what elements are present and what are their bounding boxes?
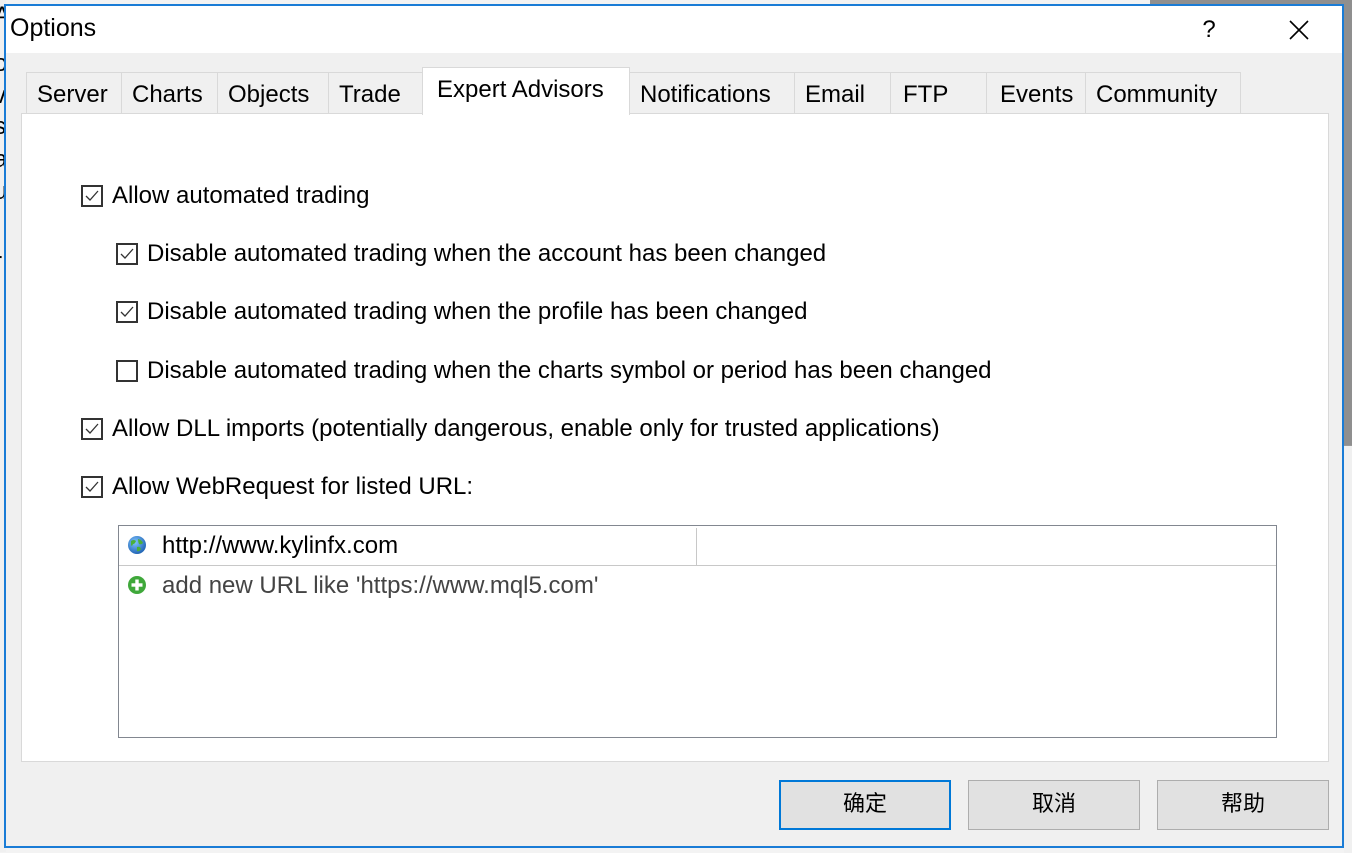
tab-notifications[interactable]: Notifications — [629, 72, 795, 114]
globe-icon — [128, 536, 146, 554]
tab-charts[interactable]: Charts — [121, 72, 218, 114]
tab-expert-advisors[interactable]: Expert Advisors — [422, 67, 630, 115]
allow-automated-trading-checkbox[interactable]: Allow automated trading — [81, 181, 369, 211]
help-icon[interactable]: ? — [1186, 6, 1232, 53]
add-url-row[interactable]: add new URL like 'https://www.mql5.com' — [119, 566, 1276, 605]
disable-on-profile-change-checkbox[interactable]: Disable automated trading when the profi… — [116, 297, 807, 327]
tab-label: Email — [805, 81, 866, 108]
checkmark-icon — [120, 248, 134, 259]
tab-email[interactable]: Email — [794, 72, 891, 114]
tab-label: Server — [37, 81, 108, 108]
close-button[interactable] — [1276, 6, 1322, 53]
tab-label: Notifications — [640, 81, 771, 108]
tab-label: Expert Advisors — [437, 76, 604, 103]
tab-events[interactable]: Events — [986, 72, 1086, 114]
checkmark-icon — [85, 190, 99, 201]
expert-advisors-panel: Allow automated trading Disable automate… — [21, 113, 1329, 762]
cancel-button[interactable]: 取消 — [968, 780, 1140, 830]
checkbox-box[interactable] — [116, 243, 138, 265]
checkbox-box[interactable] — [81, 418, 103, 440]
checkmark-icon — [85, 481, 99, 492]
allow-webrequest-checkbox[interactable]: Allow WebRequest for listed URL: — [81, 472, 473, 502]
column-separator — [696, 528, 697, 565]
checkbox-box[interactable] — [116, 301, 138, 323]
checkbox-label: Allow automated trading — [112, 182, 370, 209]
url-text: http://www.kylinfx.com — [162, 532, 399, 559]
url-list-item[interactable]: http://www.kylinfx.com — [119, 526, 1276, 566]
checkmark-icon — [85, 423, 99, 434]
background-text: r — [0, 248, 2, 276]
add-url-hint: add new URL like 'https://www.mql5.com' — [162, 572, 599, 599]
disable-on-symbol-period-change-checkbox[interactable]: Disable automated trading when the chart… — [116, 356, 992, 386]
webrequest-url-list[interactable]: http://www.kylinfx.com add new URL like … — [118, 525, 1277, 738]
ok-button[interactable]: 确定 — [779, 780, 951, 830]
tab-community[interactable]: Community — [1085, 72, 1241, 114]
tab-server[interactable]: Server — [26, 72, 122, 114]
checkbox-label: Disable automated trading when the profi… — [147, 298, 808, 325]
checkbox-box[interactable] — [116, 360, 138, 382]
tab-trade[interactable]: Trade — [328, 72, 423, 114]
tab-label: Community — [1096, 81, 1218, 108]
checkbox-label: Disable automated trading when the accou… — [147, 240, 827, 267]
checkbox-label: Allow DLL imports (potentially dangerous… — [112, 415, 940, 442]
tab-label: FTP — [903, 81, 949, 108]
disable-on-account-change-checkbox[interactable]: Disable automated trading when the accou… — [116, 239, 826, 269]
background-window-edge — [1344, 445, 1352, 853]
options-dialog: Options ? Server Charts Objects Trade Ex… — [4, 4, 1344, 848]
dialog-title: Options — [10, 14, 97, 42]
add-icon — [128, 576, 146, 594]
tab-label: Charts — [132, 81, 203, 108]
close-icon — [1289, 20, 1309, 40]
tab-label: Events — [1000, 81, 1074, 108]
allow-dll-imports-checkbox[interactable]: Allow DLL imports (potentially dangerous… — [81, 414, 940, 444]
tab-objects[interactable]: Objects — [217, 72, 329, 114]
checkbox-label: Allow WebRequest for listed URL: — [112, 473, 474, 500]
checkbox-box[interactable] — [81, 476, 103, 498]
tab-label: Objects — [228, 81, 310, 108]
tab-ftp[interactable]: FTP — [890, 72, 987, 114]
checkbox-label: Disable automated trading when the chart… — [147, 357, 992, 384]
help-button[interactable]: 帮助 — [1157, 780, 1329, 830]
title-bar[interactable]: Options ? — [6, 6, 1342, 53]
checkbox-box[interactable] — [81, 185, 103, 207]
checkmark-icon — [120, 306, 134, 317]
tab-label: Trade — [339, 81, 401, 108]
